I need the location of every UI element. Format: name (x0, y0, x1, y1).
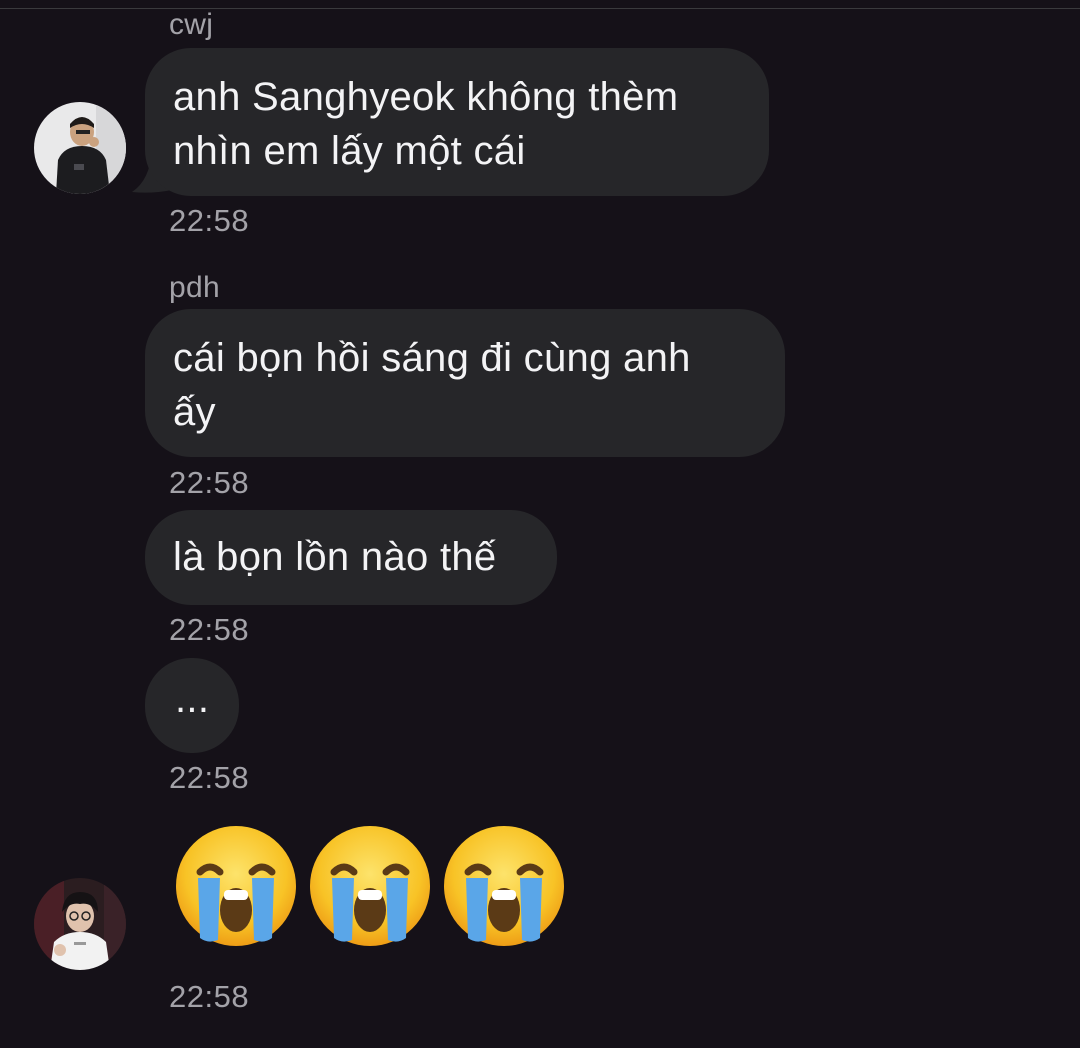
message-bubble[interactable]: cái bọn hồi sáng đi cùng anh ấy (145, 309, 785, 457)
avatar[interactable] (34, 102, 126, 194)
message-time: 22:58 (169, 203, 250, 238)
message-text: anh Sanghyeok không thèm nhìn em lấy một… (173, 75, 679, 173)
message-time: 22:58 (169, 612, 250, 647)
message-bubble[interactable]: ... (145, 658, 239, 753)
sender-name: pdh (169, 271, 220, 304)
loudly-crying-face-icon (310, 826, 430, 946)
message-time: 22:58 (169, 979, 250, 1014)
user-avatar-photo-icon (34, 102, 126, 194)
message-time: 22:58 (169, 465, 250, 500)
loudly-crying-face-icon (176, 826, 296, 946)
message-time: 22:58 (169, 760, 250, 795)
message-bubble[interactable]: anh Sanghyeok không thèm nhìn em lấy một… (145, 48, 769, 196)
avatar[interactable] (34, 878, 126, 970)
loudly-crying-face-icon (444, 826, 564, 946)
emoji-message[interactable] (172, 822, 568, 950)
message-text: ... (175, 677, 210, 721)
message-bubble[interactable]: là bọn lồn nào thế (145, 510, 557, 605)
user-avatar-photo-icon (34, 878, 126, 970)
message-text: cái bọn hồi sáng đi cùng anh ấy (173, 336, 691, 434)
chat-screen: cwj anh Sanghyeok không thèm nhìn em lấy… (0, 0, 1080, 1048)
message-text: là bọn lồn nào thế (173, 535, 497, 579)
header-divider (0, 8, 1080, 9)
sender-name: cwj (169, 8, 214, 41)
